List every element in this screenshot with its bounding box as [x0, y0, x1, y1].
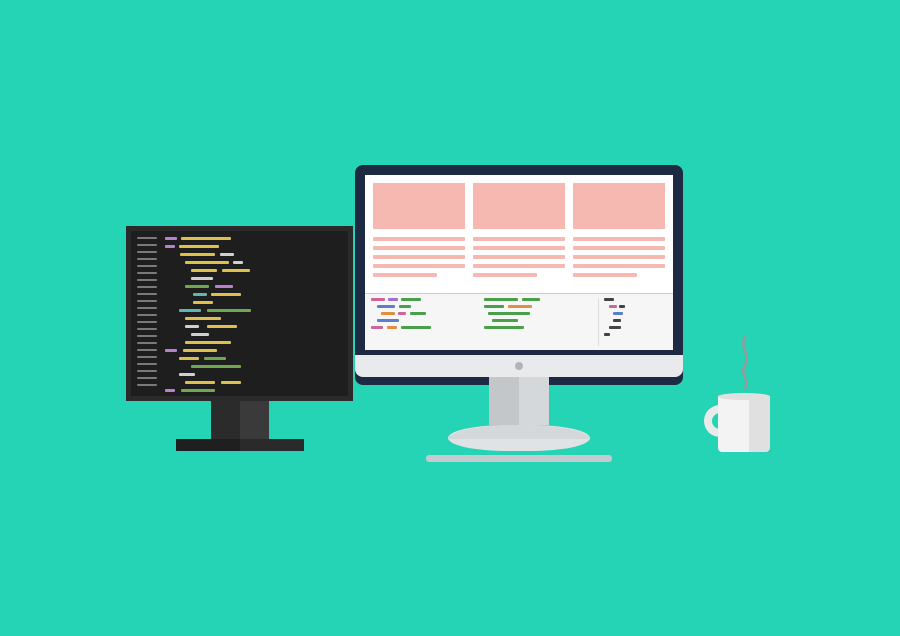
design-monitor-base — [448, 425, 590, 451]
devtools-tree — [598, 298, 667, 346]
coffee-mug — [718, 396, 770, 452]
content-block — [473, 183, 565, 229]
design-monitor-neck — [489, 377, 549, 425]
layout-column — [573, 183, 665, 293]
devtools-elements — [371, 298, 476, 346]
design-monitor-screen — [365, 175, 673, 350]
code-monitor-screen — [126, 226, 353, 401]
code-editor-content — [165, 237, 342, 390]
mug-rim — [718, 393, 770, 400]
webcam-dot — [515, 362, 523, 370]
keyboard — [426, 455, 612, 462]
devtools-styles — [484, 298, 589, 346]
layout-column — [373, 183, 465, 293]
line-number-gutter — [137, 237, 157, 390]
content-block — [373, 183, 465, 229]
design-monitor-chin — [355, 355, 683, 377]
layout-column — [473, 183, 565, 293]
steam-icon — [735, 335, 755, 390]
content-block — [573, 183, 665, 229]
devtools-panel — [365, 293, 673, 350]
code-monitor-stand — [211, 401, 269, 439]
webpage-preview — [365, 175, 673, 293]
code-monitor-base — [176, 439, 304, 451]
